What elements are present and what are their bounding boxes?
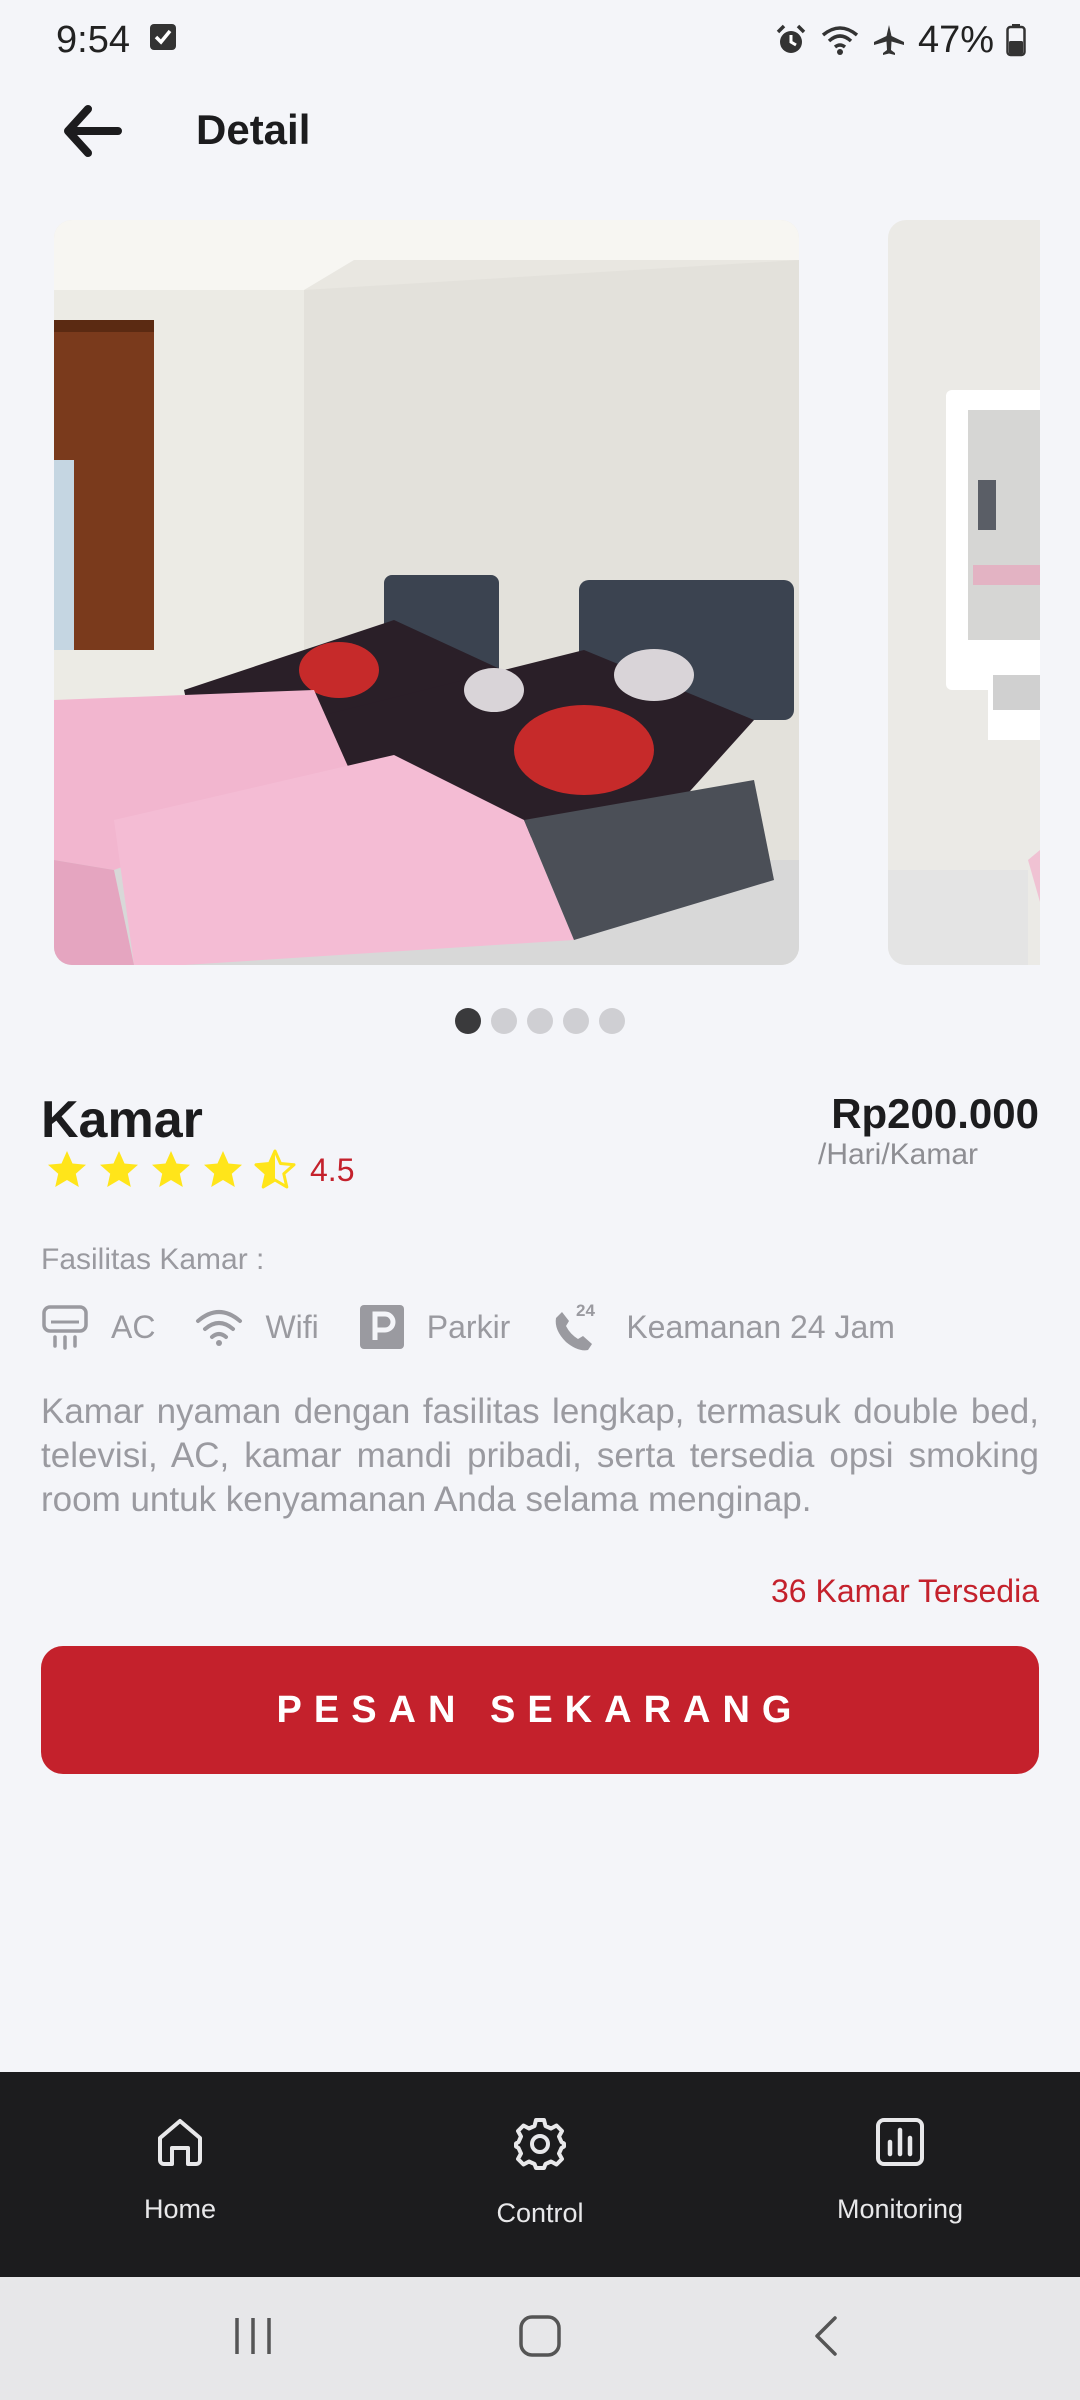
facility-security-label: Keamanan 24 Jam bbox=[626, 1308, 895, 1345]
carousel-dot[interactable] bbox=[563, 1008, 589, 1034]
checkbox-notification-icon bbox=[148, 19, 178, 62]
back-system-button[interactable] bbox=[767, 2299, 887, 2379]
rating-value: 4.5 bbox=[310, 1151, 355, 1188]
star-full-icon bbox=[44, 1148, 90, 1192]
star-full-icon bbox=[200, 1148, 246, 1192]
star-full-icon bbox=[148, 1148, 194, 1192]
battery-text: 47% bbox=[917, 18, 994, 61]
back-button[interactable] bbox=[52, 98, 132, 168]
star-full-icon bbox=[96, 1148, 142, 1192]
status-right: 47% bbox=[774, 19, 1026, 62]
room-photo-vanity-mirror[interactable] bbox=[888, 220, 1040, 965]
facilities-list: AC Wifi Parkir 24 Keamanan 24 Jam bbox=[41, 1300, 935, 1354]
arrow-left-icon bbox=[60, 101, 124, 166]
carousel-pagination bbox=[0, 1008, 1080, 1034]
room-price: Rp200.000 bbox=[831, 1090, 1039, 1137]
status-bar: 9:54 47% bbox=[0, 0, 1080, 80]
nav-item-control[interactable]: Control bbox=[360, 2072, 720, 2277]
svg-text:24: 24 bbox=[576, 1301, 595, 1320]
facility-parking: Parkir bbox=[359, 1304, 511, 1350]
rating: 4.5 bbox=[44, 1148, 354, 1192]
parking-icon bbox=[359, 1304, 405, 1350]
recents-button[interactable] bbox=[193, 2299, 313, 2379]
facility-parking-label: Parkir bbox=[426, 1308, 511, 1345]
facility-ac: AC bbox=[41, 1304, 155, 1350]
price-unit: /Hari/Kamar bbox=[818, 1138, 979, 1171]
carousel-dot[interactable] bbox=[599, 1008, 625, 1034]
room-description: Kamar nyaman dengan fasilitas lengkap, t… bbox=[41, 1392, 1039, 1519]
facility-wifi: Wifi bbox=[195, 1307, 319, 1347]
bar-chart-icon bbox=[874, 2116, 926, 2168]
wifi-icon bbox=[195, 1307, 243, 1347]
book-now-button[interactable]: PESAN SEKARANG bbox=[41, 1646, 1039, 1774]
system-navigation-bar bbox=[0, 2277, 1080, 2400]
alarm-icon bbox=[774, 23, 808, 57]
room-photo-twin-beds[interactable] bbox=[54, 220, 799, 965]
facility-security: 24 Keamanan 24 Jam bbox=[550, 1300, 895, 1354]
room-image-carousel[interactable] bbox=[54, 220, 1040, 965]
room-name: Kamar bbox=[41, 1091, 203, 1149]
air-conditioner-icon bbox=[41, 1304, 89, 1350]
room-availability: 36 Kamar Tersedia bbox=[771, 1573, 1039, 1609]
carousel-dot[interactable] bbox=[455, 1008, 481, 1034]
page-title: Detail bbox=[196, 106, 311, 153]
home-icon bbox=[154, 2116, 206, 2168]
home-circle-icon bbox=[518, 2314, 562, 2363]
nav-item-monitoring[interactable]: Monitoring bbox=[720, 2072, 1080, 2277]
facility-ac-label: AC bbox=[111, 1308, 156, 1345]
wifi-icon bbox=[820, 23, 860, 57]
nav-label-control: Control bbox=[496, 2198, 584, 2228]
carousel-dot[interactable] bbox=[527, 1008, 553, 1034]
phone-24-icon: 24 bbox=[550, 1300, 604, 1354]
app-header: Detail bbox=[0, 80, 1080, 180]
bottom-navigation: Home Control Monitoring bbox=[0, 2072, 1080, 2277]
home-system-button[interactable] bbox=[480, 2299, 600, 2379]
status-left: 9:54 bbox=[56, 19, 178, 62]
status-time: 9:54 bbox=[56, 18, 130, 61]
nav-label-home: Home bbox=[143, 2194, 217, 2224]
airplane-mode-icon bbox=[872, 23, 906, 57]
facility-wifi-label: Wifi bbox=[265, 1308, 319, 1345]
battery-icon bbox=[1006, 23, 1026, 57]
nav-item-home[interactable]: Home bbox=[0, 2072, 360, 2277]
nav-label-monitoring: Monitoring bbox=[836, 2194, 964, 2224]
facilities-label: Fasilitas Kamar : bbox=[41, 1243, 265, 1276]
star-half-icon bbox=[252, 1148, 298, 1192]
gear-icon bbox=[512, 2116, 568, 2172]
carousel-dot[interactable] bbox=[491, 1008, 517, 1034]
recents-icon bbox=[231, 2314, 275, 2363]
back-chevron-icon bbox=[805, 2314, 849, 2363]
